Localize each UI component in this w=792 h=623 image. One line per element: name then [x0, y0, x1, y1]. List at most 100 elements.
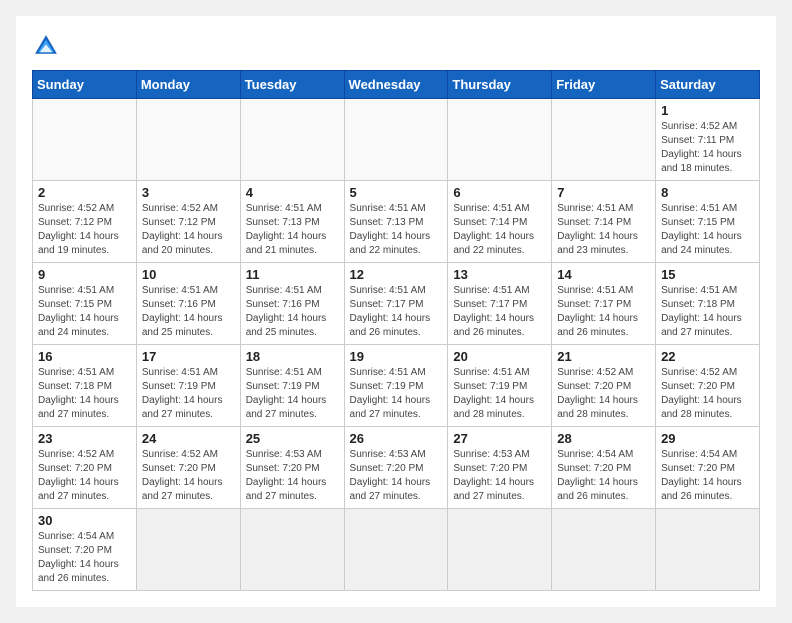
calendar-cell — [552, 509, 656, 591]
day-number: 30 — [38, 513, 131, 528]
day-info: Sunrise: 4:53 AM Sunset: 7:20 PM Dayligh… — [453, 448, 546, 504]
calendar-page: SundayMondayTuesdayWednesdayThursdayFrid… — [16, 16, 776, 607]
week-row-6: 30 Sunrise: 4:54 AM Sunset: 7:20 PM Dayli… — [33, 509, 760, 591]
day-number: 27 — [453, 431, 546, 446]
week-row-4: 16 Sunrise: 4:51 AM Sunset: 7:18 PM Dayli… — [33, 345, 760, 427]
weekday-header-monday: Monday — [136, 71, 240, 99]
weekday-header-thursday: Thursday — [448, 71, 552, 99]
day-info: Sunrise: 4:51 AM Sunset: 7:14 PM Dayligh… — [453, 202, 546, 258]
calendar-cell: 2 Sunrise: 4:52 AM Sunset: 7:12 PM Daylig… — [33, 181, 137, 263]
day-number: 6 — [453, 185, 546, 200]
day-info: Sunrise: 4:51 AM Sunset: 7:19 PM Dayligh… — [142, 366, 235, 422]
weekday-header-row: SundayMondayTuesdayWednesdayThursdayFrid… — [33, 71, 760, 99]
header — [32, 32, 760, 60]
day-number: 3 — [142, 185, 235, 200]
day-number: 16 — [38, 349, 131, 364]
day-number: 17 — [142, 349, 235, 364]
calendar-cell: 19 Sunrise: 4:51 AM Sunset: 7:19 PM Dayli… — [344, 345, 448, 427]
calendar-cell: 8 Sunrise: 4:51 AM Sunset: 7:15 PM Daylig… — [656, 181, 760, 263]
day-info: Sunrise: 4:51 AM Sunset: 7:19 PM Dayligh… — [350, 366, 443, 422]
day-number: 1 — [661, 103, 754, 118]
calendar-cell: 6 Sunrise: 4:51 AM Sunset: 7:14 PM Daylig… — [448, 181, 552, 263]
calendar-cell: 7 Sunrise: 4:51 AM Sunset: 7:14 PM Daylig… — [552, 181, 656, 263]
day-info: Sunrise: 4:51 AM Sunset: 7:15 PM Dayligh… — [661, 202, 754, 258]
day-info: Sunrise: 4:52 AM Sunset: 7:12 PM Dayligh… — [38, 202, 131, 258]
day-number: 15 — [661, 267, 754, 282]
day-info: Sunrise: 4:52 AM Sunset: 7:11 PM Dayligh… — [661, 120, 754, 176]
day-info: Sunrise: 4:51 AM Sunset: 7:18 PM Dayligh… — [661, 284, 754, 340]
day-number: 22 — [661, 349, 754, 364]
calendar-cell: 3Sunrise: 4:52 AM Sunset: 7:12 PM Daylig… — [136, 181, 240, 263]
calendar-cell — [344, 99, 448, 181]
day-number: 21 — [557, 349, 650, 364]
day-info: Sunrise: 4:51 AM Sunset: 7:18 PM Dayligh… — [38, 366, 131, 422]
calendar-cell: 22 Sunrise: 4:52 AM Sunset: 7:20 PM Dayli… — [656, 345, 760, 427]
day-number: 20 — [453, 349, 546, 364]
day-info: Sunrise: 4:51 AM Sunset: 7:14 PM Dayligh… — [557, 202, 650, 258]
day-info: Sunrise: 4:51 AM Sunset: 7:17 PM Dayligh… — [350, 284, 443, 340]
day-number: 23 — [38, 431, 131, 446]
calendar-cell — [240, 509, 344, 591]
calendar-cell: 27 Sunrise: 4:53 AM Sunset: 7:20 PM Dayli… — [448, 427, 552, 509]
day-info: Sunrise: 4:53 AM Sunset: 7:20 PM Dayligh… — [246, 448, 339, 504]
calendar-cell: 11Sunrise: 4:51 AM Sunset: 7:16 PM Dayli… — [240, 263, 344, 345]
day-info: Sunrise: 4:54 AM Sunset: 7:20 PM Dayligh… — [661, 448, 754, 504]
calendar-cell: 14Sunrise: 4:51 AM Sunset: 7:17 PM Dayli… — [552, 263, 656, 345]
calendar-cell: 21 Sunrise: 4:52 AM Sunset: 7:20 PM Dayli… — [552, 345, 656, 427]
day-info: Sunrise: 4:52 AM Sunset: 7:20 PM Dayligh… — [142, 448, 235, 504]
calendar-cell: 15 Sunrise: 4:51 AM Sunset: 7:18 PM Dayli… — [656, 263, 760, 345]
logo-icon — [32, 32, 60, 60]
day-number: 8 — [661, 185, 754, 200]
calendar-cell: 18Sunrise: 4:51 AM Sunset: 7:19 PM Dayli… — [240, 345, 344, 427]
day-info: Sunrise: 4:51 AM Sunset: 7:16 PM Dayligh… — [142, 284, 235, 340]
calendar-cell: 13Sunrise: 4:51 AM Sunset: 7:17 PM Dayli… — [448, 263, 552, 345]
calendar-cell — [448, 99, 552, 181]
calendar-cell — [136, 509, 240, 591]
day-number: 29 — [661, 431, 754, 446]
calendar-cell: 30 Sunrise: 4:54 AM Sunset: 7:20 PM Dayli… — [33, 509, 137, 591]
weekday-header-friday: Friday — [552, 71, 656, 99]
day-info: Sunrise: 4:52 AM Sunset: 7:20 PM Dayligh… — [661, 366, 754, 422]
day-number: 9 — [38, 267, 131, 282]
calendar-cell: 16 Sunrise: 4:51 AM Sunset: 7:18 PM Dayli… — [33, 345, 137, 427]
calendar-cell: 23 Sunrise: 4:52 AM Sunset: 7:20 PM Dayli… — [33, 427, 137, 509]
weekday-header-tuesday: Tuesday — [240, 71, 344, 99]
day-number: 5 — [350, 185, 443, 200]
day-number: 26 — [350, 431, 443, 446]
calendar-cell: 12 Sunrise: 4:51 AM Sunset: 7:17 PM Dayli… — [344, 263, 448, 345]
day-info: Sunrise: 4:52 AM Sunset: 7:20 PM Dayligh… — [38, 448, 131, 504]
day-number: 19 — [350, 349, 443, 364]
day-info: Sunrise: 4:51 AM Sunset: 7:13 PM Dayligh… — [350, 202, 443, 258]
day-info: Sunrise: 4:51 AM Sunset: 7:16 PM Dayligh… — [246, 284, 339, 340]
day-number: 13 — [453, 267, 546, 282]
calendar-cell: 28Sunrise: 4:54 AM Sunset: 7:20 PM Dayli… — [552, 427, 656, 509]
day-number: 12 — [350, 267, 443, 282]
day-info: Sunrise: 4:51 AM Sunset: 7:19 PM Dayligh… — [246, 366, 339, 422]
day-info: Sunrise: 4:51 AM Sunset: 7:13 PM Dayligh… — [246, 202, 339, 258]
day-number: 4 — [246, 185, 339, 200]
calendar-cell: 10Sunrise: 4:51 AM Sunset: 7:16 PM Dayli… — [136, 263, 240, 345]
calendar-cell — [240, 99, 344, 181]
calendar-cell: 20Sunrise: 4:51 AM Sunset: 7:19 PM Dayli… — [448, 345, 552, 427]
day-number: 24 — [142, 431, 235, 446]
day-info: Sunrise: 4:51 AM Sunset: 7:15 PM Dayligh… — [38, 284, 131, 340]
calendar-cell: 25 Sunrise: 4:53 AM Sunset: 7:20 PM Dayli… — [240, 427, 344, 509]
calendar-cell — [656, 509, 760, 591]
day-number: 28 — [557, 431, 650, 446]
week-row-1: 1 Sunrise: 4:52 AM Sunset: 7:11 PM Daylig… — [33, 99, 760, 181]
weekday-header-saturday: Saturday — [656, 71, 760, 99]
calendar-cell — [344, 509, 448, 591]
day-number: 25 — [246, 431, 339, 446]
day-number: 7 — [557, 185, 650, 200]
calendar-cell — [448, 509, 552, 591]
calendar-cell: 5 Sunrise: 4:51 AM Sunset: 7:13 PM Daylig… — [344, 181, 448, 263]
day-info: Sunrise: 4:54 AM Sunset: 7:20 PM Dayligh… — [38, 530, 131, 586]
calendar-cell: 1 Sunrise: 4:52 AM Sunset: 7:11 PM Daylig… — [656, 99, 760, 181]
calendar-cell: 4 Sunrise: 4:51 AM Sunset: 7:13 PM Daylig… — [240, 181, 344, 263]
week-row-2: 2 Sunrise: 4:52 AM Sunset: 7:12 PM Daylig… — [33, 181, 760, 263]
calendar-cell: 17 Sunrise: 4:51 AM Sunset: 7:19 PM Dayli… — [136, 345, 240, 427]
day-number: 2 — [38, 185, 131, 200]
weekday-header-sunday: Sunday — [33, 71, 137, 99]
weekday-header-wednesday: Wednesday — [344, 71, 448, 99]
day-info: Sunrise: 4:52 AM Sunset: 7:20 PM Dayligh… — [557, 366, 650, 422]
